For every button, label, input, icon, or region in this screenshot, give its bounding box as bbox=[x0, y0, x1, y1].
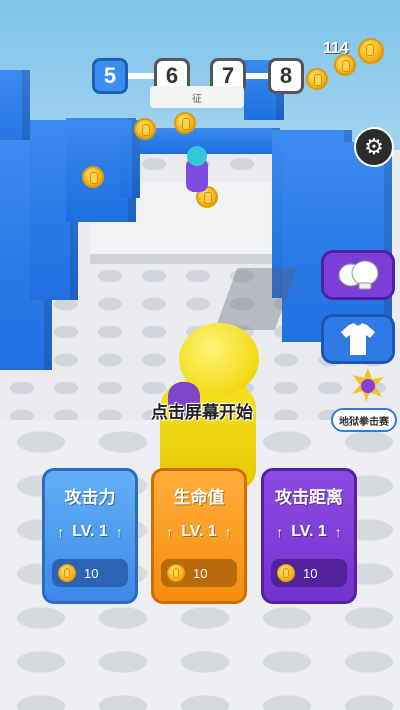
arrow-up-icon: ↑ bbox=[115, 524, 123, 540]
upgrade-cost-value: 10 bbox=[193, 565, 208, 581]
coin-pickup bbox=[174, 112, 196, 134]
starburst-icon bbox=[352, 368, 384, 402]
upgrade-cost: 10 bbox=[161, 559, 237, 587]
arrow-up-icon: ↑ bbox=[334, 524, 342, 540]
upgrade-level-text: LV. 1 bbox=[72, 523, 108, 540]
upgrade-level: ↑ LV. 1 ↑ bbox=[270, 513, 348, 551]
coin-icon bbox=[58, 564, 76, 582]
upgrade-level-text: LV. 1 bbox=[181, 523, 217, 540]
upgrade-cost: 10 bbox=[52, 559, 128, 587]
upgrade-card-range[interactable]: 攻击距离 ↑ LV. 1 ↑ 10 bbox=[261, 468, 357, 604]
coin-count: 114 bbox=[323, 40, 349, 57]
gloves-shop-button[interactable] bbox=[321, 250, 395, 300]
upgrade-title: 攻击力 bbox=[64, 487, 116, 508]
level-current: 5 bbox=[92, 58, 128, 94]
wall-block bbox=[140, 128, 280, 154]
level-next: 8 bbox=[268, 58, 304, 94]
hell-boxing-label: 地狱拳击赛 bbox=[331, 408, 397, 432]
wall-block bbox=[282, 142, 392, 342]
upgrade-level: ↑ LV. 1 ↑ bbox=[51, 513, 129, 551]
coin-pickup bbox=[134, 118, 156, 140]
coin-icon bbox=[358, 38, 384, 64]
upgrade-cost-value: 10 bbox=[303, 565, 318, 581]
arrow-up-icon: ↑ bbox=[224, 524, 232, 540]
upgrade-cost: 10 bbox=[271, 559, 347, 587]
shirt-shop-button[interactable] bbox=[321, 314, 395, 364]
arrow-up-icon: ↑ bbox=[276, 524, 284, 540]
upgrade-card-health[interactable]: 生命值 ↑ LV. 1 ↑ 10 bbox=[151, 468, 247, 604]
level-sub-label: 征 bbox=[150, 86, 244, 108]
boxing-gloves-icon bbox=[338, 260, 379, 290]
shirt-icon bbox=[341, 323, 375, 355]
upgrade-cost-value: 10 bbox=[84, 565, 99, 581]
upgrade-title: 生命值 bbox=[173, 487, 225, 508]
upgrade-level-text: LV. 1 bbox=[291, 523, 327, 540]
coin-icon bbox=[277, 564, 295, 582]
settings-button[interactable]: ⚙ bbox=[354, 127, 394, 167]
upgrade-title: 攻击距离 bbox=[275, 487, 343, 508]
arrow-up-icon: ↑ bbox=[57, 524, 65, 540]
arrow-up-icon: ↑ bbox=[166, 524, 174, 540]
coin-icon bbox=[167, 564, 185, 582]
tap-to-start-hint: 点击屏幕开始 bbox=[151, 403, 253, 423]
enemy-head bbox=[187, 146, 207, 166]
gear-icon: ⚙ bbox=[364, 134, 384, 160]
hell-boxing-button[interactable]: 地狱拳击赛 bbox=[331, 368, 397, 434]
upgrade-level: ↑ LV. 1 ↑ bbox=[160, 513, 238, 551]
coin-pickup bbox=[82, 166, 104, 188]
upgrade-card-attack[interactable]: 攻击力 ↑ LV. 1 ↑ 10 bbox=[42, 468, 138, 604]
